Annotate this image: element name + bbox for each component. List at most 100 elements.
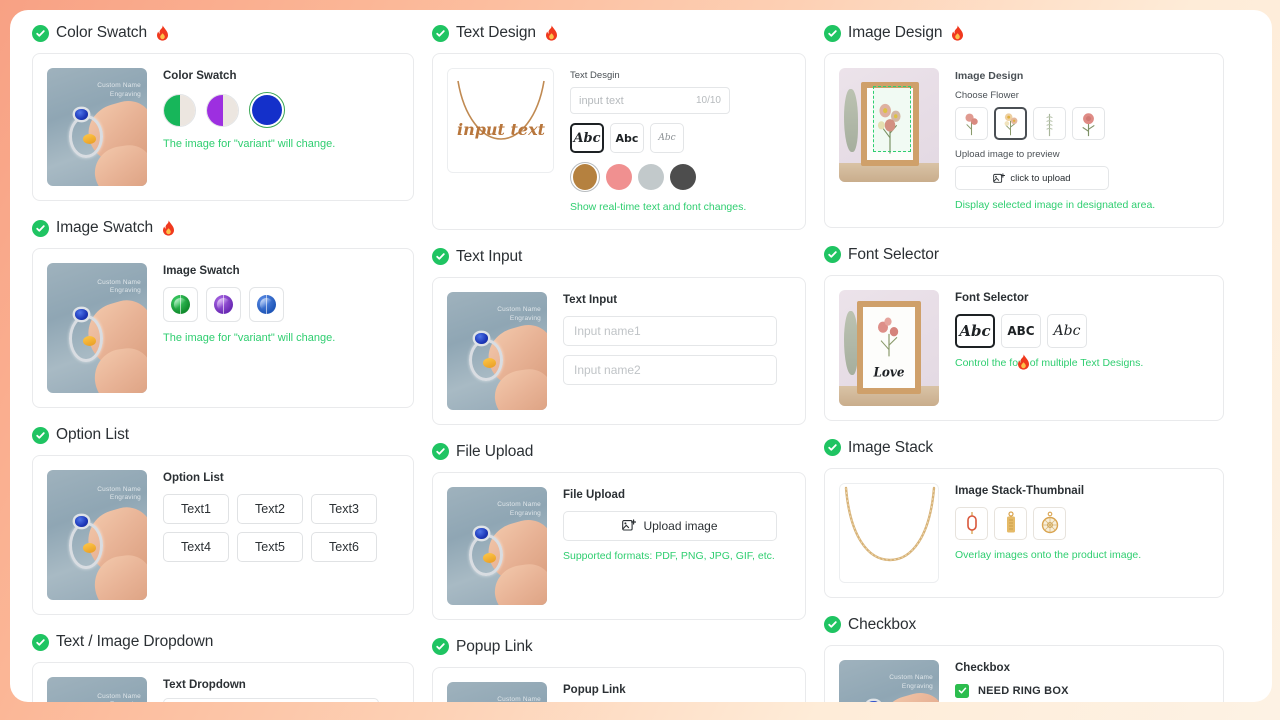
text-design-input[interactable]: input text 10/10 [570,87,730,114]
purple-gem-tile[interactable] [206,287,241,322]
option-button[interactable]: Text6 [311,532,377,562]
text-dropdown[interactable]: Please select [163,698,379,702]
flower-tile-2[interactable] [994,107,1027,140]
flower-tile-3[interactable] [1033,107,1066,140]
card-note-wrap: Control the font of multiple Text Design… [955,354,1209,371]
section-header-text-image-dropdown: Text / Image Dropdown [32,631,414,653]
card-label: File Upload [563,488,625,501]
card-body: Color Swatch The image for "variant" wil… [163,68,399,186]
check-icon [32,633,49,651]
card-body: Text Input Input name1 Input name2 [563,292,791,410]
blue-gem-tile[interactable] [249,287,284,322]
name1-input[interactable]: Input name1 [563,315,777,346]
card-text-image-dropdown: Custom Name Engraving Text Dropdown Plea… [32,662,414,702]
column-right: Image Design Image Design Choose Flower … [824,22,1224,702]
leaf-shape [844,310,858,376]
section-header-option-list: Option List [32,424,414,446]
product-thumbnail[interactable] [839,68,939,182]
link-pendant-tile[interactable] [955,506,988,540]
thin-font-tile[interactable]: Abc [650,123,684,153]
green-gem-tile[interactable] [163,287,198,322]
font-tile-group: Abc ABC Abc [955,313,1209,348]
option-button[interactable]: Text3 [311,494,377,524]
product-thumbnail[interactable]: Custom Name Engraving [447,291,547,410]
upload-image-button[interactable]: Upload image [563,510,777,541]
ring-photo: Custom Name Engraving [47,68,147,186]
section-title: Option List [56,426,129,443]
option-button[interactable]: Text2 [237,494,303,524]
script-font-tile[interactable]: Abc [955,313,995,348]
upload-button-label: click to upload [1010,172,1071,184]
checkbox-box [955,683,969,698]
thumbnail-caption: Custom Name Engraving [97,485,141,502]
card-option-list: Custom Name Engraving Option List Text1 … [32,455,414,615]
flower-tile-1[interactable] [955,107,988,140]
ring-gem [475,332,488,344]
option-button[interactable]: Text1 [163,494,229,524]
card-file-upload: Custom Name Engraving File Upload Upload… [432,471,806,620]
cursive-font-tile[interactable]: Abc [1047,313,1087,348]
flame-icon [545,24,559,42]
product-thumbnail[interactable]: Custom Name Engraving [47,263,147,393]
selection-area [873,86,911,153]
bold-font-tile[interactable]: Abc [610,123,644,153]
card-note: Supported formats: PDF, PNG, JPG, GIF, e… [563,549,775,562]
character-counter: 10/10 [695,95,721,106]
thumbnail-caption: Custom Name Engraving [97,278,141,295]
product-thumbnail[interactable] [839,482,939,583]
section-title: Text Input [456,247,523,265]
card-label: Text Input [563,293,618,306]
image-upload-icon [622,519,637,532]
bar-pendant-tile[interactable] [994,506,1027,540]
green-cream-swatch[interactable] [163,93,196,127]
charcoal-color-dot[interactable] [670,164,696,190]
framed-flower-photo [839,68,939,182]
product-thumbnail[interactable]: Custom Name Engraving [47,677,147,702]
product-thumbnail[interactable]: Love [839,289,939,406]
need-ring-box-checkbox[interactable]: NEED RING BOX [955,683,1209,698]
check-icon [824,616,841,634]
card-popup-link: Custom Name Engraving Popup Link RING [432,666,806,702]
ring-photo: Custom Name Engraving [839,659,939,702]
ring-photo: Custom Name Engraving [447,291,547,410]
card-body: Text Dropdown Please select Image Dropdo… [163,677,399,702]
serif-caps-font-tile[interactable]: ABC [1001,313,1041,348]
font-tile-group: Abc Abc Abc [570,123,791,153]
purple-cream-swatch[interactable] [206,93,239,127]
script-font-tile[interactable]: Abc [570,123,604,153]
card-note: Show real-time text and font changes. [570,201,747,213]
bronze-color-dot[interactable] [570,162,600,192]
card-body: Checkbox NEED RING BOX NEED BLESSING CAR… [955,660,1209,702]
choose-flower-label: Choose Flower [955,90,1019,101]
option-button[interactable]: Text4 [163,532,229,562]
silver-color-dot[interactable] [638,164,664,190]
product-thumbnail[interactable]: Custom Name Engraving [47,68,147,186]
pink-color-dot[interactable] [606,164,632,190]
product-thumbnail[interactable]: Custom Name Engraving [839,659,939,702]
product-thumbnail[interactable]: Custom Name Engraving [47,470,147,600]
click-to-upload-button[interactable]: click to upload [955,166,1109,190]
leaf-shape [844,88,858,153]
blue-swatch[interactable] [249,92,285,128]
necklace-photo: input text [448,69,553,172]
flower-tile-4[interactable] [1072,107,1105,140]
coin-pendant-tile[interactable] [1033,506,1066,540]
card-label: Popup Link [563,683,626,696]
check-icon [824,246,841,264]
product-thumbnail[interactable]: input text [447,68,554,173]
product-thumbnail[interactable]: Custom Name Engraving [447,681,547,702]
section-header-text-design: Text Design [432,22,806,44]
picture-frame: Love [857,301,921,395]
chain-photo [840,483,938,582]
product-thumbnail[interactable]: Custom Name Engraving [447,486,547,605]
framed-love-photo: Love [839,289,939,406]
section-header-font-selector: Font Selector [824,244,1224,266]
check-icon [432,638,449,656]
option-button[interactable]: Text5 [237,532,303,562]
option-button-group: Text1 Text2 Text3 Text4 Text5 Text6 [163,494,377,562]
card-label: Image Stack-Thumbnail [955,484,1085,497]
text-dropdown-label: Text Dropdown [163,679,246,691]
name2-input[interactable]: Input name2 [563,354,777,385]
color-swatch-group [163,92,399,128]
card-image-design: Image Design Choose Flower Upload image … [824,53,1224,228]
